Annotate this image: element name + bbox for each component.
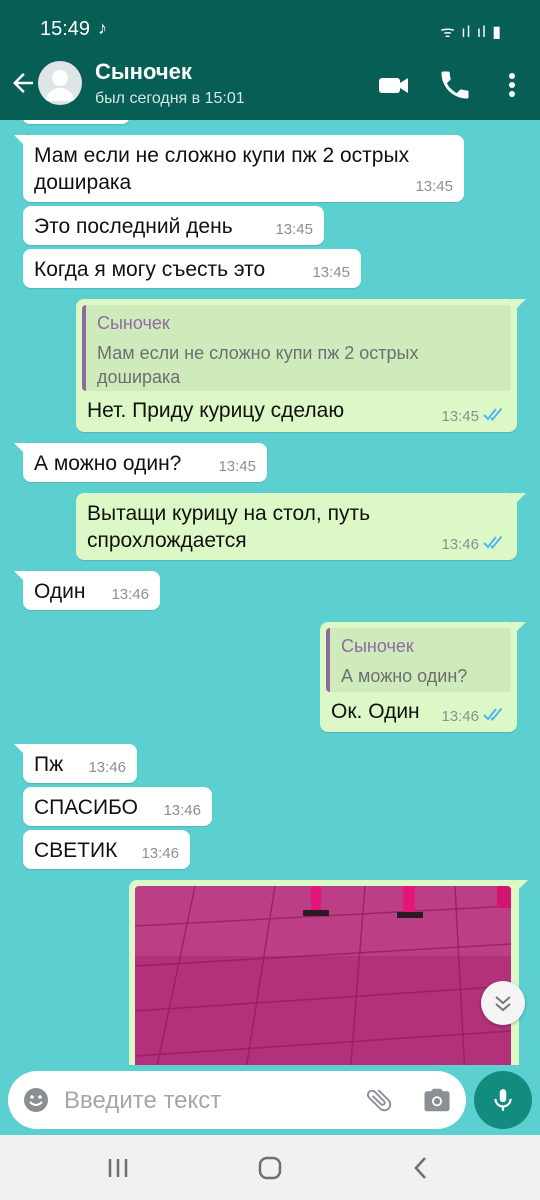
bubble-tail bbox=[14, 744, 28, 758]
message-list[interactable]: Мам если не сложно купи пж 2 острых доши… bbox=[0, 120, 540, 1065]
bubble-tail bbox=[512, 622, 526, 636]
bubble-tail bbox=[512, 299, 526, 313]
message-bubble-incoming[interactable]: СВЕТИК 13:46 bbox=[23, 830, 190, 869]
message-photo-bubble[interactable] bbox=[129, 880, 528, 1065]
voice-record-button[interactable] bbox=[474, 1071, 532, 1129]
message-bubble-incoming[interactable]: Пж 13:46 bbox=[14, 744, 137, 783]
default-avatar-icon bbox=[45, 70, 75, 101]
message-bubble-incoming[interactable]: СПАСИБО 13:46 bbox=[23, 787, 212, 826]
reply-quote[interactable]: Сыночек А можно один? bbox=[326, 628, 511, 692]
bubble-tail bbox=[14, 571, 28, 585]
bubble-tail bbox=[514, 880, 528, 894]
message-input[interactable] bbox=[62, 1077, 346, 1125]
music-note-icon: ♪ bbox=[98, 18, 107, 38]
message-bubble-incoming[interactable]: Мам если не сложно купи пж 2 острых доши… bbox=[14, 135, 464, 202]
message-text: Вытащи курицу на стол, путь спрохлождает… bbox=[87, 502, 371, 552]
message-text: Это последний день bbox=[34, 215, 233, 238]
message-text: Нет. Приду курицу сделаю bbox=[87, 399, 345, 422]
double-check-icon bbox=[483, 707, 503, 721]
message-time: 13:45 bbox=[441, 408, 479, 425]
message-text: А можно один? bbox=[34, 452, 182, 475]
message-time: 13:46 bbox=[441, 708, 479, 725]
message-bubble-outgoing[interactable]: Сыночек Мам если не сложно купи пж 2 ост… bbox=[76, 299, 526, 432]
last-seen: был сегодня в 15:01 bbox=[95, 90, 245, 107]
status-bar: 15:49 ♪ ᯤ ıl ıl ▮ bbox=[0, 0, 540, 50]
back-nav-icon[interactable] bbox=[410, 1155, 432, 1181]
home-icon[interactable] bbox=[256, 1155, 284, 1181]
shared-photo[interactable] bbox=[135, 886, 511, 1065]
avatar[interactable] bbox=[38, 61, 82, 105]
back-arrow-icon[interactable] bbox=[8, 68, 38, 98]
double-check-icon bbox=[483, 407, 503, 421]
message-bubble-incoming[interactable]: Один 13:46 bbox=[14, 571, 160, 610]
emoji-icon[interactable] bbox=[21, 1085, 51, 1115]
message-bubble-outgoing[interactable]: Вытащи курицу на стол, путь спрохлождает… bbox=[76, 493, 526, 560]
reply-quote-text: А можно один? bbox=[341, 666, 468, 686]
chat-header: Сыночек был сегодня в 15:01 bbox=[0, 50, 540, 120]
bubble-tail bbox=[14, 443, 28, 457]
reply-quote-name: Сыночек bbox=[97, 313, 170, 333]
message-bubble-incoming[interactable]: Это последний день 13:45 bbox=[23, 206, 324, 245]
message-text: Пж bbox=[34, 753, 64, 776]
camera-icon[interactable] bbox=[422, 1085, 452, 1115]
message-text: Один bbox=[34, 580, 86, 603]
message-text: СВЕТИК bbox=[34, 839, 118, 862]
recent-apps-icon[interactable] bbox=[106, 1157, 130, 1179]
reply-quote-name: Сыночек bbox=[341, 636, 414, 656]
reply-quote-text: Мам если не сложно купи пж 2 острых доши… bbox=[97, 343, 419, 387]
reply-quote[interactable]: Сыночек Мам если не сложно купи пж 2 ост… bbox=[82, 305, 511, 391]
message-time: 13:46 bbox=[441, 536, 479, 553]
bubble-tail bbox=[512, 493, 526, 507]
message-time: 13:46 bbox=[111, 586, 149, 603]
double-chevron-down-icon bbox=[495, 996, 511, 1012]
contact-name[interactable]: Сыночек bbox=[95, 59, 192, 85]
message-composer bbox=[8, 1071, 466, 1129]
message-time: 13:46 bbox=[141, 845, 179, 862]
attach-icon[interactable] bbox=[364, 1085, 394, 1115]
bubble-tail bbox=[14, 135, 28, 149]
message-time: 13:45 bbox=[218, 458, 256, 475]
system-nav-bar bbox=[0, 1135, 540, 1200]
message-time: 13:45 bbox=[312, 264, 350, 281]
status-time: 15:49 bbox=[40, 18, 91, 40]
message-bubble-incoming[interactable]: Когда я могу съесть это 13:45 bbox=[23, 249, 361, 288]
more-options-icon[interactable] bbox=[494, 67, 530, 103]
video-call-icon[interactable] bbox=[376, 67, 412, 103]
message-time: 13:46 bbox=[163, 802, 201, 819]
phone-call-icon[interactable] bbox=[437, 67, 473, 103]
message-time: 13:45 bbox=[415, 178, 453, 195]
message-bubble-outgoing[interactable]: Сыночек А можно один? Ок. Один 13:46 bbox=[320, 622, 526, 732]
message-text: Когда я могу съесть это bbox=[34, 258, 266, 281]
microphone-icon bbox=[494, 1089, 512, 1111]
message-time: 13:46 bbox=[88, 759, 126, 776]
message-bubble-incoming[interactable]: А можно один? 13:45 bbox=[14, 443, 267, 482]
message-text: Ок. Один bbox=[331, 700, 420, 723]
message-text: Мам если не сложно купи пж 2 острых доши… bbox=[34, 144, 410, 194]
message-time: 13:45 bbox=[275, 221, 313, 238]
signal-icons: ᯤ ıl ıl ▮ bbox=[440, 24, 502, 41]
message-bubble-partial bbox=[22, 120, 130, 124]
double-check-icon bbox=[483, 535, 503, 549]
message-text: СПАСИБО bbox=[34, 796, 138, 819]
scroll-to-bottom-button[interactable] bbox=[481, 981, 525, 1025]
